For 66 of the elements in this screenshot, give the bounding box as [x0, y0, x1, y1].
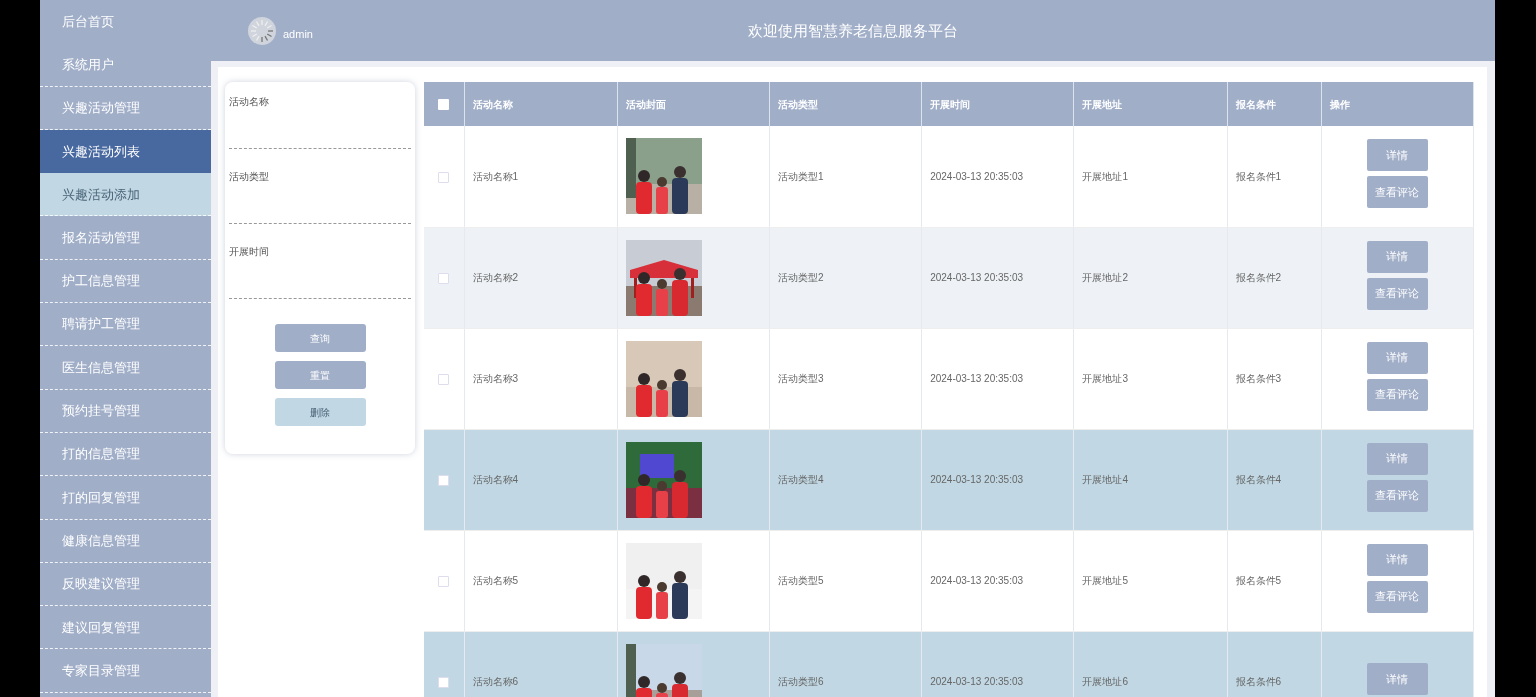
field-label: 开展时间 — [229, 245, 270, 259]
row-checkbox[interactable] — [438, 373, 450, 385]
comments-button[interactable]: 查看评论 — [1366, 479, 1428, 512]
table-cell: 2024-03-13 20:35:03 — [930, 272, 1024, 283]
table-cell: 活动名称3 — [472, 373, 519, 384]
sidebar-item[interactable]: 兴趣活动列表 — [40, 129, 211, 174]
sidebar-item[interactable]: 后台首页 — [40, 0, 211, 44]
username: admin — [283, 27, 313, 43]
action-button[interactable]: 重置 — [274, 361, 366, 389]
table-cell: 活动名称5 — [472, 575, 519, 586]
select-all-checkbox[interactable] — [438, 99, 450, 111]
table-cell: 2024-03-13 20:35:03 — [930, 474, 1024, 485]
table-cell: 开展地址6 — [1082, 676, 1128, 687]
column-header: 开展地址 — [1082, 98, 1123, 110]
column-header: 报名条件 — [1235, 98, 1276, 110]
row-checkbox[interactable] — [438, 575, 450, 587]
table-cell: 2024-03-13 20:35:03 — [930, 170, 1024, 182]
action-button[interactable]: 查询 — [274, 324, 366, 352]
details-button[interactable]: 详情 — [1366, 139, 1428, 172]
column-header: 活动封面 — [625, 98, 666, 110]
table-cell: 活动名称4 — [472, 474, 519, 485]
table-cell: 活动类型3 — [777, 373, 824, 384]
column-header: 操作 — [1329, 98, 1350, 110]
comments-button[interactable]: 查看评论 — [1366, 176, 1428, 209]
table-cell: 活动名称6 — [472, 676, 519, 687]
spinner-icon — [247, 15, 277, 46]
details-button[interactable]: 详情 — [1366, 341, 1428, 374]
table-cell: 开展地址3 — [1082, 373, 1128, 384]
details-button[interactable]: 详情 — [1366, 543, 1428, 576]
table-cell: 2024-03-13 20:35:03 — [930, 676, 1024, 687]
column-header: 活动类型 — [777, 98, 818, 110]
column-header: 开展时间 — [930, 98, 971, 110]
table-cell: 开展地址4 — [1082, 474, 1128, 485]
details-button[interactable]: 详情 — [1366, 240, 1428, 273]
table-cell: 报名条件1 — [1235, 170, 1282, 182]
row-checkbox[interactable] — [438, 676, 450, 688]
table-cell: 报名条件6 — [1235, 676, 1282, 687]
row-checkbox[interactable] — [438, 171, 450, 183]
row-checkbox[interactable] — [438, 272, 450, 284]
table-cell: 报名条件2 — [1235, 272, 1282, 283]
comments-button[interactable]: 查看评论 — [1366, 378, 1428, 411]
table-cell: 活动类型5 — [777, 575, 824, 586]
table-cell: 2024-03-13 20:35:03 — [930, 373, 1024, 384]
table-cell: 开展地址1 — [1082, 170, 1128, 182]
sidebar-item[interactable]: 兴趣活动添加 — [40, 173, 211, 217]
row-checkbox[interactable] — [438, 474, 450, 486]
field-label: 活动名称 — [229, 95, 270, 109]
table-cell: 2024-03-13 20:35:03 — [930, 575, 1024, 586]
table-cell: 活动类型6 — [777, 676, 824, 687]
table-cell: 开展地址2 — [1082, 272, 1128, 283]
table-cell: 活动名称1 — [472, 170, 519, 182]
comments-button[interactable]: 查看评论 — [1366, 277, 1428, 310]
table-cell: 活动类型2 — [777, 272, 824, 283]
table-cell: 活动类型4 — [777, 474, 824, 485]
table-cell: 报名条件5 — [1235, 575, 1282, 586]
table-cell: 活动名称2 — [472, 272, 519, 283]
details-button[interactable]: 详情 — [1366, 442, 1428, 475]
table-cell: 开展地址5 — [1082, 575, 1128, 586]
table-cell: 报名条件3 — [1235, 373, 1282, 384]
column-header: 活动名称 — [472, 98, 513, 110]
comments-button[interactable]: 查看评论 — [1366, 580, 1428, 613]
field-label: 活动类型 — [229, 170, 270, 184]
details-button[interactable]: 详情 — [1366, 663, 1428, 695]
table-cell: 活动类型1 — [777, 170, 824, 182]
table-cell: 报名条件4 — [1235, 474, 1282, 485]
page-title: 欢迎使用智慧养老信息服务平台 — [748, 22, 958, 39]
